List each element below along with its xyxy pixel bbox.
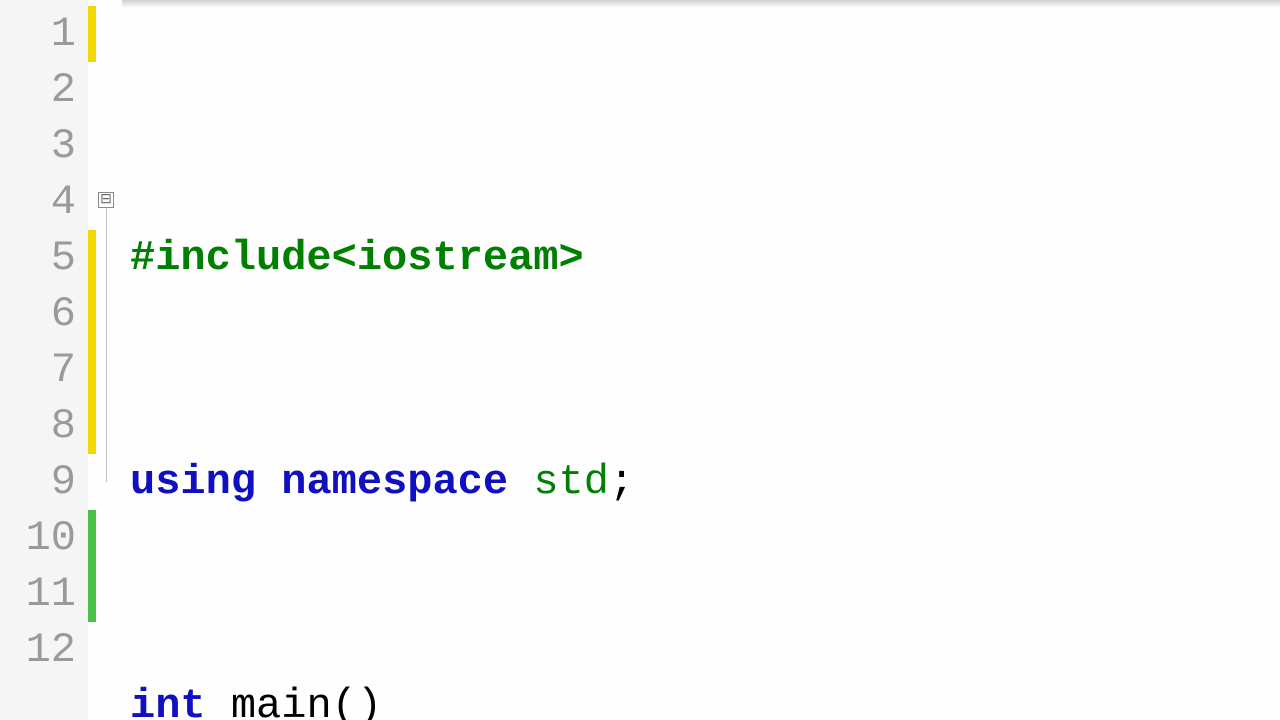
line-number: 7 (0, 342, 76, 398)
change-marker-added (88, 566, 96, 622)
fold-column: ⊟ (96, 0, 122, 720)
change-marker-modified (88, 230, 96, 286)
code-line[interactable]: #include<iostream> (130, 230, 1280, 286)
code-text-area[interactable]: #include<iostream> using namespace std; … (122, 0, 1280, 720)
fold-collapse-icon[interactable]: ⊟ (98, 192, 114, 208)
change-marker-modified (88, 398, 96, 454)
change-marker-modified (88, 342, 96, 398)
line-number: 12 (0, 622, 76, 678)
change-marker-added (88, 510, 96, 566)
line-number: 8 (0, 398, 76, 454)
change-marker-modified (88, 6, 96, 62)
line-number: 3 (0, 118, 76, 174)
change-marker-modified (88, 286, 96, 342)
line-number: 10 (0, 510, 76, 566)
line-number: 6 (0, 286, 76, 342)
code-editor[interactable]: 1 2 3 4 5 6 7 8 9 10 11 12 ⊟ (0, 0, 1280, 720)
line-number-gutter: 1 2 3 4 5 6 7 8 9 10 11 12 (0, 0, 88, 720)
line-number: 9 (0, 454, 76, 510)
code-line[interactable]: int main() (130, 678, 1280, 720)
line-number: 4 (0, 174, 76, 230)
line-number: 5 (0, 230, 76, 286)
line-number: 11 (0, 566, 76, 622)
line-number: 2 (0, 62, 76, 118)
change-indicator-bar (88, 0, 96, 720)
code-line[interactable]: using namespace std; (130, 454, 1280, 510)
line-number: 1 (0, 6, 76, 62)
